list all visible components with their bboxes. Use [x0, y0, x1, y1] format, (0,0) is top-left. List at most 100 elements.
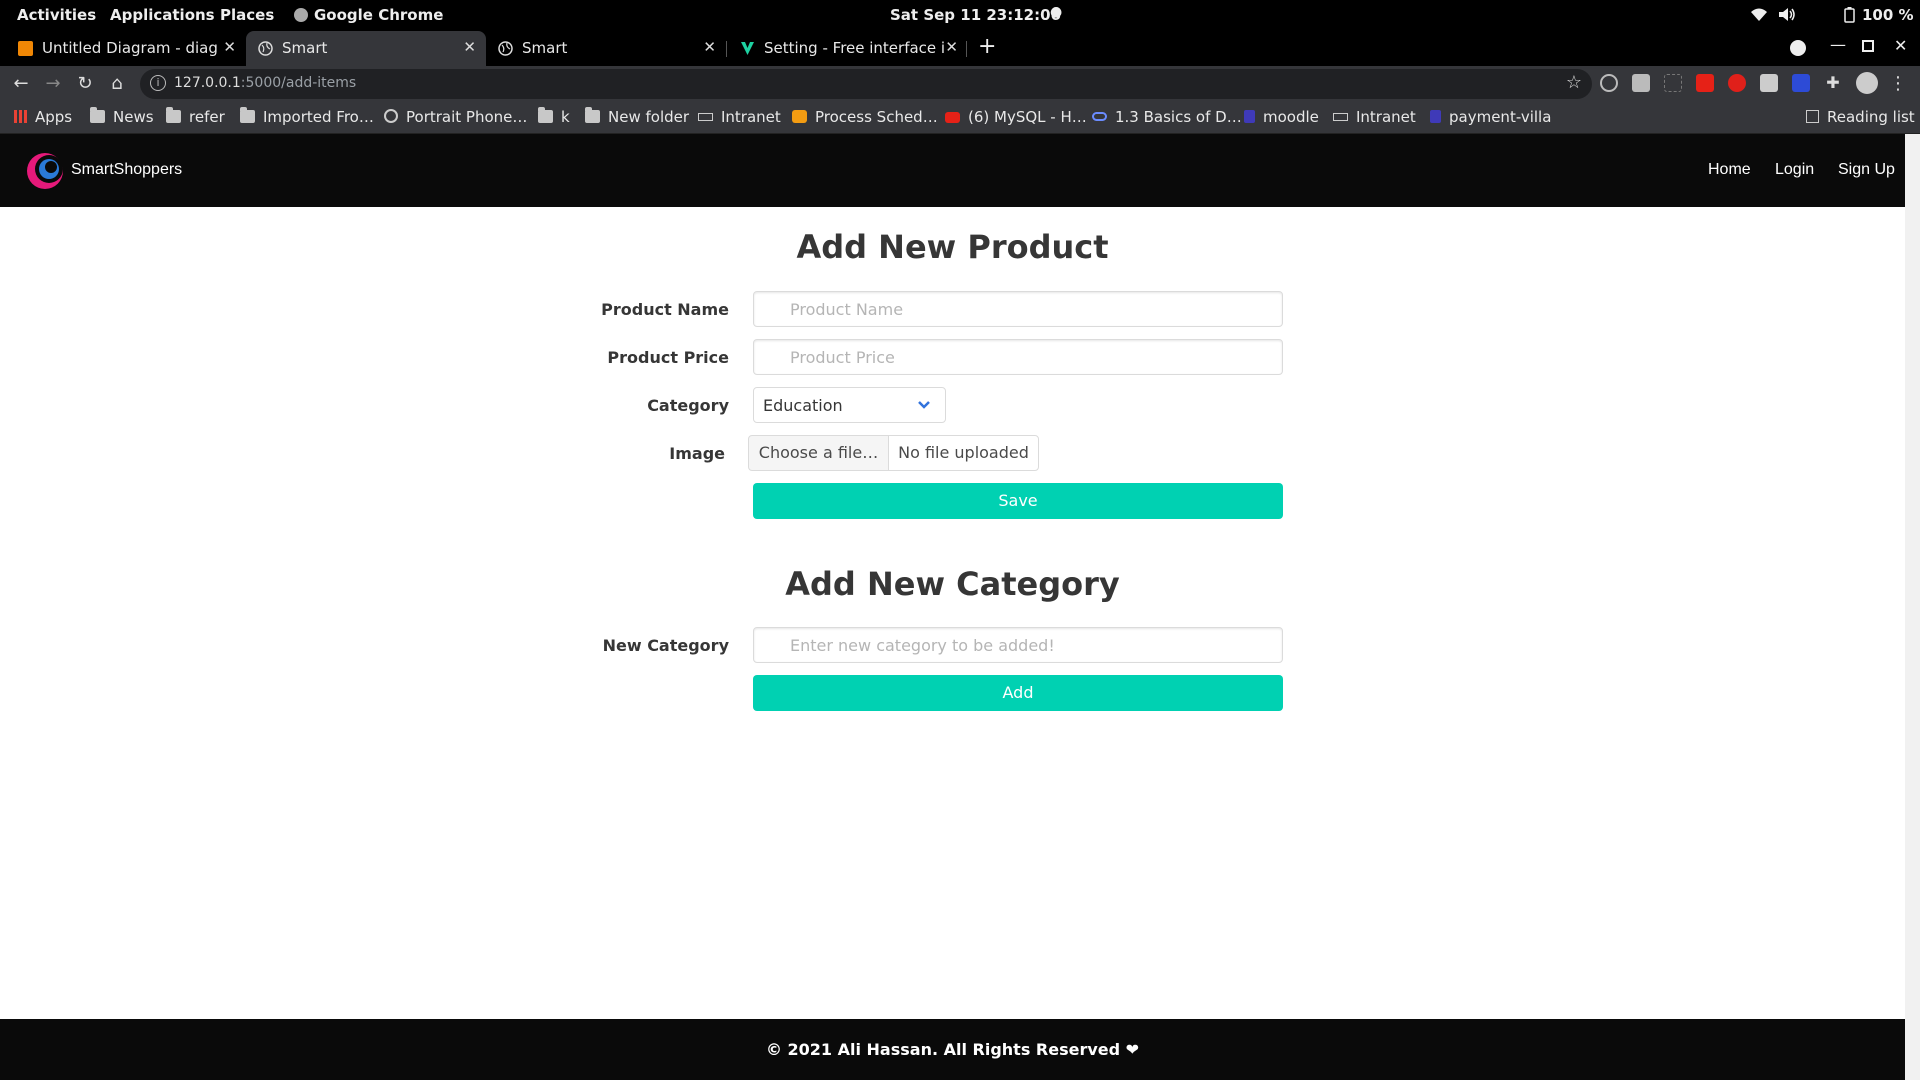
bookmark-imported[interactable]: Imported Fro… — [240, 107, 374, 126]
intranet-icon — [1333, 113, 1348, 121]
bookmark-label: 1.3 Basics of D… — [1115, 108, 1242, 126]
tab-untitled-diagram[interactable]: Untitled Diagram - diagra ✕ — [6, 31, 246, 66]
url-path: :5000/add-items — [240, 75, 357, 91]
home-icon[interactable]: ⌂ — [105, 72, 129, 96]
places-menu[interactable]: Places — [220, 6, 274, 24]
adblock-extension-icon[interactable] — [1728, 74, 1746, 92]
bookmark-news[interactable]: News — [90, 107, 154, 126]
url-text[interactable]: 127.0.0.1:5000/add-items — [174, 75, 356, 91]
bookmark-label: Intranet — [721, 108, 781, 126]
new-tab-button[interactable]: + — [978, 34, 996, 59]
reading-list-button[interactable]: Reading list — [1806, 108, 1915, 126]
tab-setting-icons[interactable]: Setting - Free interface icc ✕ — [728, 31, 968, 66]
tab-smart-active[interactable]: Smart ✕ — [246, 31, 486, 66]
bookmark-intranet[interactable]: Intranet — [698, 108, 781, 126]
bookmark-basics[interactable]: 1.3 Basics of D… — [1092, 108, 1242, 126]
document-extension-icon[interactable] — [1760, 74, 1778, 92]
youtube-extension-icon[interactable] — [1696, 74, 1714, 92]
nav-signup-link[interactable]: Sign Up — [1838, 161, 1895, 179]
reading-list-icon — [1806, 110, 1819, 123]
clock[interactable]: Sat Sep 11 23:12:06 — [890, 6, 1061, 24]
close-tab-icon[interactable]: ✕ — [223, 38, 236, 56]
address-bar[interactable]: i 127.0.0.1:5000/add-items ☆ — [140, 69, 1592, 99]
tab-smart[interactable]: Smart ✕ — [486, 31, 726, 66]
profile-avatar-icon[interactable] — [1856, 72, 1878, 94]
bookmark-process-sched[interactable]: Process Sched… — [792, 108, 938, 126]
maximize-window-icon[interactable] — [1862, 40, 1874, 52]
close-tab-icon[interactable]: ✕ — [945, 38, 958, 56]
battery-percent: 100 % — [1862, 6, 1914, 24]
moodle-icon — [1244, 110, 1255, 123]
process-icon — [792, 110, 807, 123]
close-tab-icon[interactable]: ✕ — [703, 38, 716, 56]
extension-placeholder-icon[interactable] — [1664, 74, 1682, 92]
bookmark-mysql[interactable]: (6) MySQL - H… — [945, 108, 1087, 126]
product-name-input[interactable] — [753, 291, 1283, 327]
footer-copyright: © 2021 Ali Hassan. All Rights Reserved ❤ — [765, 1040, 1140, 1059]
bookmark-label: Apps — [35, 108, 73, 126]
bookmark-star-icon[interactable]: ☆ — [1566, 72, 1582, 93]
bookmark-k[interactable]: k — [538, 107, 570, 126]
folder-icon — [585, 107, 600, 123]
active-app-menu[interactable]: Google Chrome — [294, 6, 443, 24]
applications-menu[interactable]: Applications — [110, 6, 215, 24]
bookmark-label: Portrait Phone… — [406, 108, 528, 126]
close-window-icon[interactable]: ✕ — [1894, 36, 1907, 55]
image-file-upload[interactable]: Choose a file… No file uploaded — [748, 435, 1039, 471]
folder-icon — [538, 107, 553, 123]
bookmark-refer[interactable]: refer — [166, 107, 225, 126]
bookmark-payment-villa[interactable]: payment-villa — [1430, 108, 1551, 126]
globe-icon — [498, 41, 513, 56]
close-tab-icon[interactable]: ✕ — [463, 38, 476, 56]
nav-home-link[interactable]: Home — [1708, 161, 1751, 179]
page-scrollbar[interactable] — [1905, 134, 1920, 1080]
minimize-window-icon[interactable]: — — [1830, 35, 1846, 54]
ublock-extension-icon[interactable] — [1792, 74, 1810, 92]
back-arrow-icon[interactable]: ← — [9, 72, 33, 96]
brand-name[interactable]: SmartShoppers — [71, 161, 182, 179]
tab-title: Untitled Diagram - diagra — [42, 39, 217, 57]
product-price-label: Product Price — [607, 348, 729, 367]
bookmark-apps[interactable]: Apps — [14, 108, 72, 126]
url-host: 127.0.0.1 — [174, 75, 241, 91]
tab-title: Smart — [282, 39, 328, 57]
active-app-name: Google Chrome — [314, 6, 444, 24]
bookmark-new-folder[interactable]: New folder — [585, 107, 690, 126]
image-label: Image — [669, 444, 725, 463]
bookmark-label: New folder — [608, 108, 690, 126]
nav-login-link[interactable]: Login — [1775, 161, 1814, 179]
folder-icon — [240, 107, 255, 123]
activities-button[interactable]: Activities — [17, 6, 96, 24]
extension-globe-icon[interactable] — [1600, 74, 1618, 92]
globe-icon — [384, 109, 398, 123]
tab-title: Setting - Free interface icc — [764, 39, 944, 57]
bookmark-portrait-phone[interactable]: Portrait Phone… — [384, 108, 527, 126]
bookmark-label: payment-villa — [1449, 108, 1552, 126]
notification-dot-icon: ● — [1050, 4, 1063, 20]
product-price-input[interactable] — [753, 339, 1283, 375]
site-navbar: SmartShoppers Home Login Sign Up — [0, 134, 1905, 207]
tab-search-icon[interactable] — [1790, 40, 1806, 56]
site-info-icon[interactable]: i — [150, 75, 166, 91]
volume-icon[interactable] — [1778, 7, 1796, 26]
add-category-button[interactable]: Add — [753, 675, 1283, 711]
save-product-button[interactable]: Save — [753, 483, 1283, 519]
chrome-menu-icon[interactable]: ⋮ — [1886, 72, 1910, 96]
bookmark-moodle[interactable]: moodle — [1244, 108, 1319, 126]
choose-file-button[interactable]: Choose a file… — [748, 435, 889, 471]
puzzle-extensions-icon[interactable]: ✚ — [1824, 74, 1842, 92]
file-name-status: No file uploaded — [888, 435, 1039, 471]
bookmark-label: Process Sched… — [815, 108, 938, 126]
system-top-bar: Activities Applications Places Google Ch… — [0, 0, 1920, 31]
reload-icon[interactable]: ↻ — [73, 72, 97, 96]
category-select[interactable]: Education — [753, 387, 946, 423]
battery-icon[interactable] — [1844, 7, 1855, 27]
smartshoppers-logo-icon[interactable] — [25, 151, 65, 191]
reader-extension-icon[interactable] — [1632, 74, 1650, 92]
intranet-icon — [698, 113, 713, 121]
new-category-input[interactable] — [753, 627, 1283, 663]
bookmark-intranet-2[interactable]: Intranet — [1333, 108, 1416, 126]
forward-arrow-icon[interactable]: → — [41, 72, 65, 96]
tab-separator — [726, 41, 727, 57]
wifi-icon[interactable] — [1750, 7, 1768, 26]
